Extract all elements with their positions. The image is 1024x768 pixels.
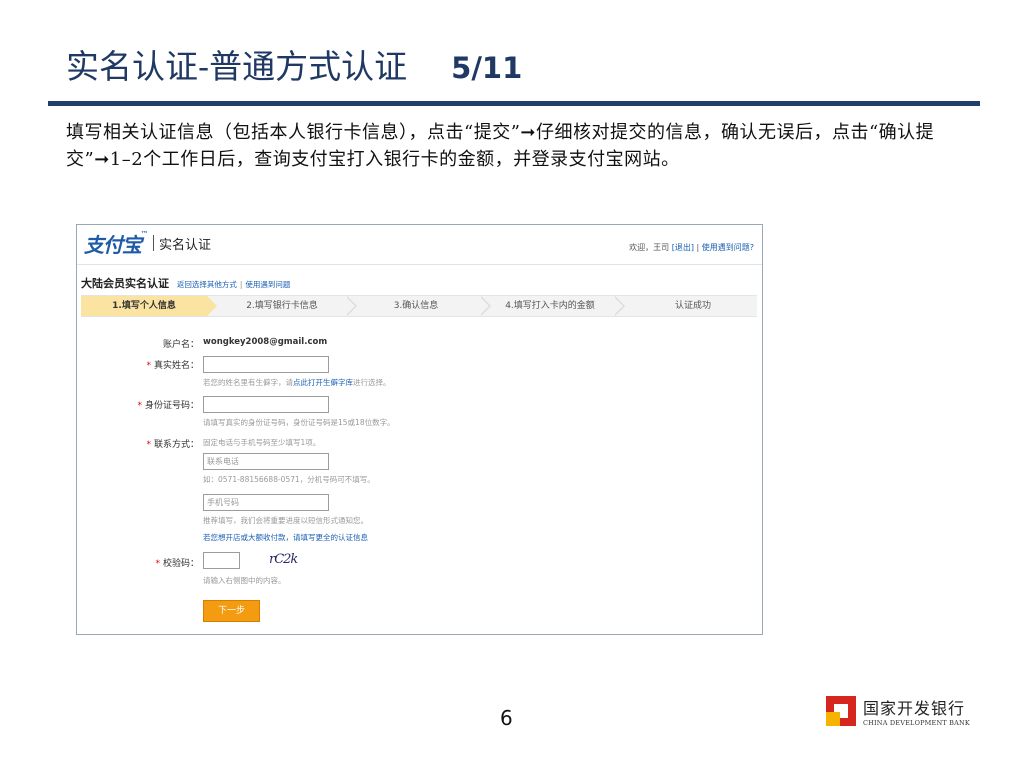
welcome-text: 欢迎，王司 (629, 243, 670, 252)
step-1-arrow (207, 296, 217, 316)
step-4: 4.填写打入卡内的金额 (505, 301, 595, 311)
alipay-header: 支付宝™ 实名认证 欢迎，王司 [退出] | 使用遇到问题? (77, 225, 762, 265)
phone-input[interactable]: 联系电话 (203, 453, 329, 470)
realname-label: * 真实姓名： (146, 361, 199, 371)
slide-description: 填写相关认证信息（包括本人银行卡信息），点击“提交”➞仔细核对提交的信息，确认无… (66, 122, 935, 170)
required-mark: * (146, 361, 151, 371)
required-mark: * (137, 401, 142, 411)
slide-page-fraction: 5/11 (451, 51, 523, 85)
logout-link[interactable]: [退出] (672, 243, 694, 252)
bank-name-cn: 国家开发银行 (863, 699, 966, 718)
step-4-arrow-inner (614, 297, 623, 315)
bank-name: 国家开发银行 CHINA DEVELOPMENT BANK (863, 695, 970, 727)
bank-name-en: CHINA DEVELOPMENT BANK (863, 719, 970, 727)
idcard-hint: 请填写真实的身份证号码，身份证号码是15或18位数字。 (203, 418, 395, 427)
alipay-logo[interactable]: 支付宝™ 实名认证 (84, 228, 212, 257)
step-1: 1.填写个人信息 (81, 296, 207, 316)
bank-logo: 国家开发银行 CHINA DEVELOPMENT BANK (826, 695, 970, 727)
header-title: 实名认证 (159, 237, 212, 253)
required-mark: * (155, 559, 160, 569)
mobile-input[interactable]: 手机号码 (203, 494, 329, 511)
step-3: 3.确认信息 (393, 301, 439, 311)
header-user-links: 欢迎，王司 [退出] | 使用遇到问题? (629, 242, 754, 253)
merchant-info-link[interactable]: 若您想开店或大额收付款，请填写更全的认证信息 (203, 532, 368, 543)
section-title-text: 大陆会员实名认证 (81, 277, 169, 290)
step-progress-bar: 1.填写个人信息 2.填写银行卡信息 3.确认信息 4.填写打入卡内的金额 认证… (81, 295, 757, 317)
mobile-hint: 推荐填写，我们会将重要进度以短信形式通知您。 (203, 516, 368, 525)
contact-label: * 联系方式： (146, 440, 199, 450)
idcard-label: * 身份证号码： (137, 401, 199, 411)
bank-logo-mark (826, 696, 856, 726)
captcha-hint: 请输入右侧图中的内容。 (203, 576, 286, 585)
step-2: 2.填写银行卡信息 (246, 301, 318, 311)
required-mark: * (146, 440, 151, 450)
slide-title: 实名认证-普通方式认证 5/11 (66, 40, 522, 90)
captcha-input[interactable] (203, 552, 240, 569)
alipay-screenshot: 支付宝™ 实名认证 欢迎，王司 [退出] | 使用遇到问题? 大陆会员实名认证 … (76, 224, 763, 635)
realname-input[interactable] (203, 356, 329, 373)
alipay-logo-mark: 支付宝™ (84, 228, 148, 257)
phone-hint: 如：0571-88156688-0571，分机号码可不填写。 (203, 475, 375, 484)
contact-hint: 固定电话与手机号码至少填写1项。 (203, 438, 321, 447)
title-divider (48, 101, 980, 106)
idcard-input[interactable] (203, 396, 329, 413)
section-title: 大陆会员实名认证 返回选择其他方式 | 使用遇到问题 (81, 275, 290, 291)
logo-separator (153, 235, 154, 251)
step-5: 认证成功 (674, 301, 711, 311)
captcha-label: * 校验码： (155, 559, 199, 569)
rare-char-link[interactable]: 点此打开生僻字库 (293, 378, 353, 387)
next-step-button[interactable]: 下一步 (203, 600, 260, 622)
account-label: 账户名： (162, 340, 199, 350)
help-link[interactable]: 使用遇到问题? (702, 243, 754, 252)
section-links: 返回选择其他方式 | 使用遇到问题 (177, 280, 291, 289)
slide-title-text: 实名认证-普通方式认证 (66, 47, 408, 86)
page-number: 6 (500, 706, 513, 730)
account-value: wongkey2008@gmail.com (203, 337, 328, 347)
link-divider: | (696, 243, 700, 252)
realname-hint: 若您的姓名里有生僻字，请点此打开生僻字库进行选择。 (203, 378, 391, 387)
section-link-divider: | (239, 280, 243, 289)
back-to-methods-link[interactable]: 返回选择其他方式 (177, 280, 237, 289)
captcha-image[interactable]: rC2k (269, 552, 298, 567)
step-2-arrow-inner (346, 297, 355, 315)
section-help-link[interactable]: 使用遇到问题 (245, 280, 290, 289)
